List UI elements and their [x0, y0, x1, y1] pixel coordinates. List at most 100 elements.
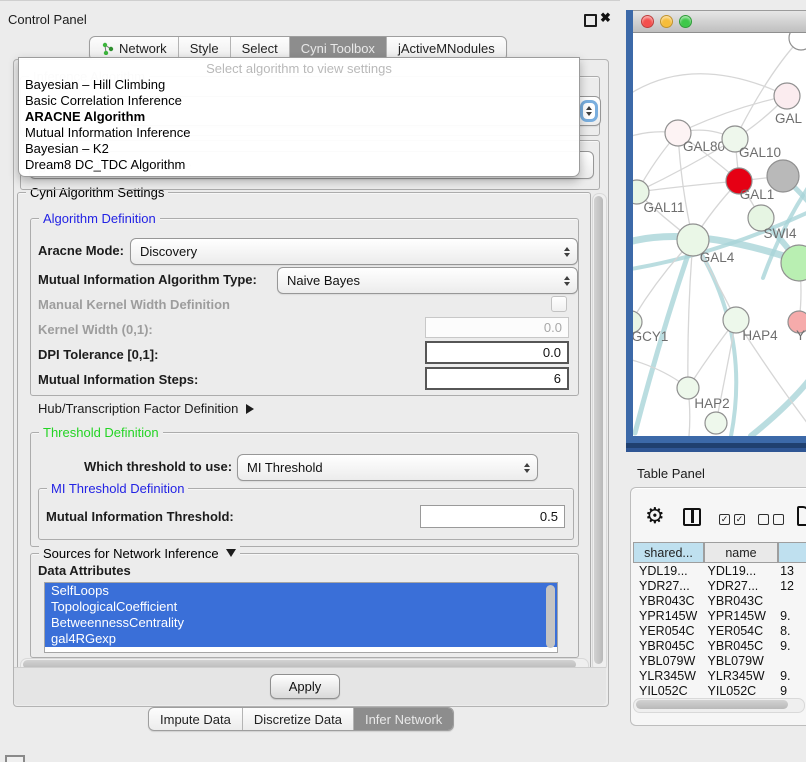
network-canvas[interactable]: GALGAL80GAL10GAL1GAL11SWI4GAL4GCY1HAP4YH…: [633, 33, 806, 436]
node-label: SWI4: [763, 226, 796, 241]
network-edge-strong[interactable]: [751, 368, 806, 436]
split-divider: [691, 510, 694, 523]
network-node[interactable]: [767, 160, 799, 192]
network-view-window: GALGAL80GAL10GAL1GAL11SWI4GAL4GCY1HAP4YH…: [626, 10, 806, 443]
close-icon[interactable]: ✖: [600, 10, 611, 26]
mi-steps-field[interactable]: 6: [425, 367, 569, 390]
tab-label: Network: [119, 41, 167, 56]
table-cell: YBR045C: [704, 639, 773, 653]
network-edge[interactable]: [633, 74, 787, 97]
minimized-panel-icon[interactable]: [5, 755, 25, 762]
mi-threshold-field[interactable]: 0.5: [420, 505, 565, 528]
table-cell: YER054C: [704, 624, 773, 638]
control-panel-title: Control Panel: [8, 12, 87, 27]
table-row[interactable]: YIL052CYIL052C9: [633, 683, 806, 698]
node-label: HAP4: [742, 328, 778, 343]
dropdown-item[interactable]: ARACNE Algorithm: [19, 109, 579, 125]
table-row[interactable]: YBR045CYBR045C9.: [633, 638, 806, 653]
dpi-tolerance-label: DPI Tolerance [0,1]:: [38, 347, 158, 362]
aracne-mode-label: Aracne Mode:: [38, 243, 124, 258]
which-threshold-combo[interactable]: MI Threshold: [237, 454, 538, 481]
dropdown-item[interactable]: Bayesian – Hill Climbing: [19, 77, 579, 93]
float-window-icon[interactable]: [584, 14, 597, 27]
table-row[interactable]: YLR345WYLR345W9.: [633, 668, 806, 683]
network-node[interactable]: [781, 245, 806, 281]
table-cell: YIL052C: [704, 684, 773, 698]
table-row[interactable]: YPR145WYPR145W9.: [633, 608, 806, 623]
attributes-scrollbar-thumb[interactable]: [546, 585, 555, 648]
deselect-checks-icon[interactable]: [758, 514, 784, 525]
bottom-tab-impute-data[interactable]: Impute Data: [149, 708, 243, 730]
tab-label: Cyni Toolbox: [301, 41, 375, 56]
aracne-mode-value: Discovery: [140, 244, 197, 259]
split-columns-icon[interactable]: [683, 508, 701, 526]
network-edge[interactable]: [637, 181, 739, 192]
network-edge[interactable]: [688, 240, 693, 388]
network-window-titlebar[interactable]: [633, 10, 806, 33]
apply-button[interactable]: Apply: [270, 674, 340, 699]
kernel-width-field[interactable]: 0.0: [425, 317, 569, 338]
collapse-down-icon: [226, 549, 236, 557]
node-label: GAL80: [683, 139, 725, 154]
table-hscrollbar-thumb[interactable]: [636, 700, 788, 709]
mi-type-combo[interactable]: Naive Bayes: [277, 267, 578, 294]
table-panel-title: Table Panel: [637, 466, 705, 481]
dropdown-item[interactable]: Mutual Information Inference: [19, 125, 579, 141]
aracne-mode-spinner: [564, 247, 570, 257]
bottom-tab-discretize-data[interactable]: Discretize Data: [243, 708, 354, 730]
settings-scrollbar-thumb[interactable]: [594, 196, 603, 664]
close-window-light[interactable]: [641, 15, 654, 28]
dropdown-item[interactable]: Dream8 DC_TDC Algorithm: [19, 157, 579, 173]
minimize-window-light[interactable]: [660, 15, 673, 28]
table-hscrollbar[interactable]: [633, 698, 805, 713]
sources-toggle[interactable]: Sources for Network Inference: [39, 546, 240, 561]
mi-type-value: Naive Bayes: [287, 273, 360, 288]
table-row[interactable]: YBR043CYBR043C: [633, 593, 806, 608]
table-cell: YLR345W: [633, 669, 704, 683]
table-row[interactable]: YDR27...YDR27...12: [633, 578, 806, 593]
attribute-item[interactable]: BetweennessCentrality: [45, 615, 557, 631]
node-label: GAL: [775, 111, 803, 126]
table-row[interactable]: YER054CYER054C8.: [633, 623, 806, 638]
bottom-tab-infer-network[interactable]: Infer Network: [354, 708, 453, 730]
table-cell: YPR145W: [704, 609, 773, 623]
which-threshold-value: MI Threshold: [247, 460, 323, 475]
column-header-partial[interactable]: [778, 542, 806, 563]
attribute-item[interactable]: TopologicalCoefficient: [45, 599, 557, 615]
combo-focus-spinner[interactable]: [583, 103, 595, 119]
tab-label: Style: [190, 41, 219, 56]
aracne-mode-combo[interactable]: Discovery: [130, 238, 578, 265]
hub-definition-toggle[interactable]: Hub/Transcription Factor Definition: [38, 401, 254, 416]
column-header-shared...[interactable]: shared...: [633, 542, 704, 563]
manual-kernel-checkbox[interactable]: [551, 296, 567, 312]
network-node[interactable]: [789, 33, 806, 50]
bottom-tabbar: Impute DataDiscretize DataInfer Network: [148, 707, 454, 731]
kernel-width-label: Kernel Width (0,1):: [38, 322, 153, 337]
settings-gear-icon[interactable]: ⚙: [645, 503, 665, 529]
attribute-item[interactable]: SelfLoops: [45, 583, 557, 599]
network-node-gal[interactable]: [774, 83, 800, 109]
table-cell: YDR27...: [704, 579, 773, 593]
dropdown-item[interactable]: Bayesian – K2: [19, 141, 579, 157]
select-all-checks-icon[interactable]: ✓✓: [719, 514, 745, 525]
settings-scrollbar[interactable]: [592, 193, 607, 672]
column-header-name[interactable]: name: [704, 542, 778, 563]
table-row[interactable]: YBL079WYBL079W: [633, 653, 806, 668]
threshold-definition-title: Threshold Definition: [39, 425, 163, 440]
node-label: GAL1: [740, 187, 775, 202]
table-cell: 13: [772, 564, 806, 578]
zoom-window-light[interactable]: [679, 15, 692, 28]
table-cell: YDR27...: [633, 579, 704, 593]
which-threshold-label: Which threshold to use:: [84, 459, 232, 474]
attribute-item[interactable]: gal4RGexp: [45, 631, 557, 647]
network-node[interactable]: [705, 412, 727, 434]
table-cell: YLR345W: [704, 669, 773, 683]
page-icon[interactable]: [797, 506, 806, 526]
table-row[interactable]: YDL19...YDL19...13: [633, 563, 806, 578]
table-panel: ⚙ ✓✓ shared...name YDL19...YDL19...13YDR…: [630, 487, 806, 726]
table-cell: 12: [772, 579, 806, 593]
node-label: GAL4: [700, 250, 735, 265]
dpi-tolerance-field[interactable]: 0.0: [425, 341, 569, 364]
dropdown-item[interactable]: Basic Correlation Inference: [19, 93, 579, 109]
tab-label: jActiveMNodules: [398, 41, 495, 56]
